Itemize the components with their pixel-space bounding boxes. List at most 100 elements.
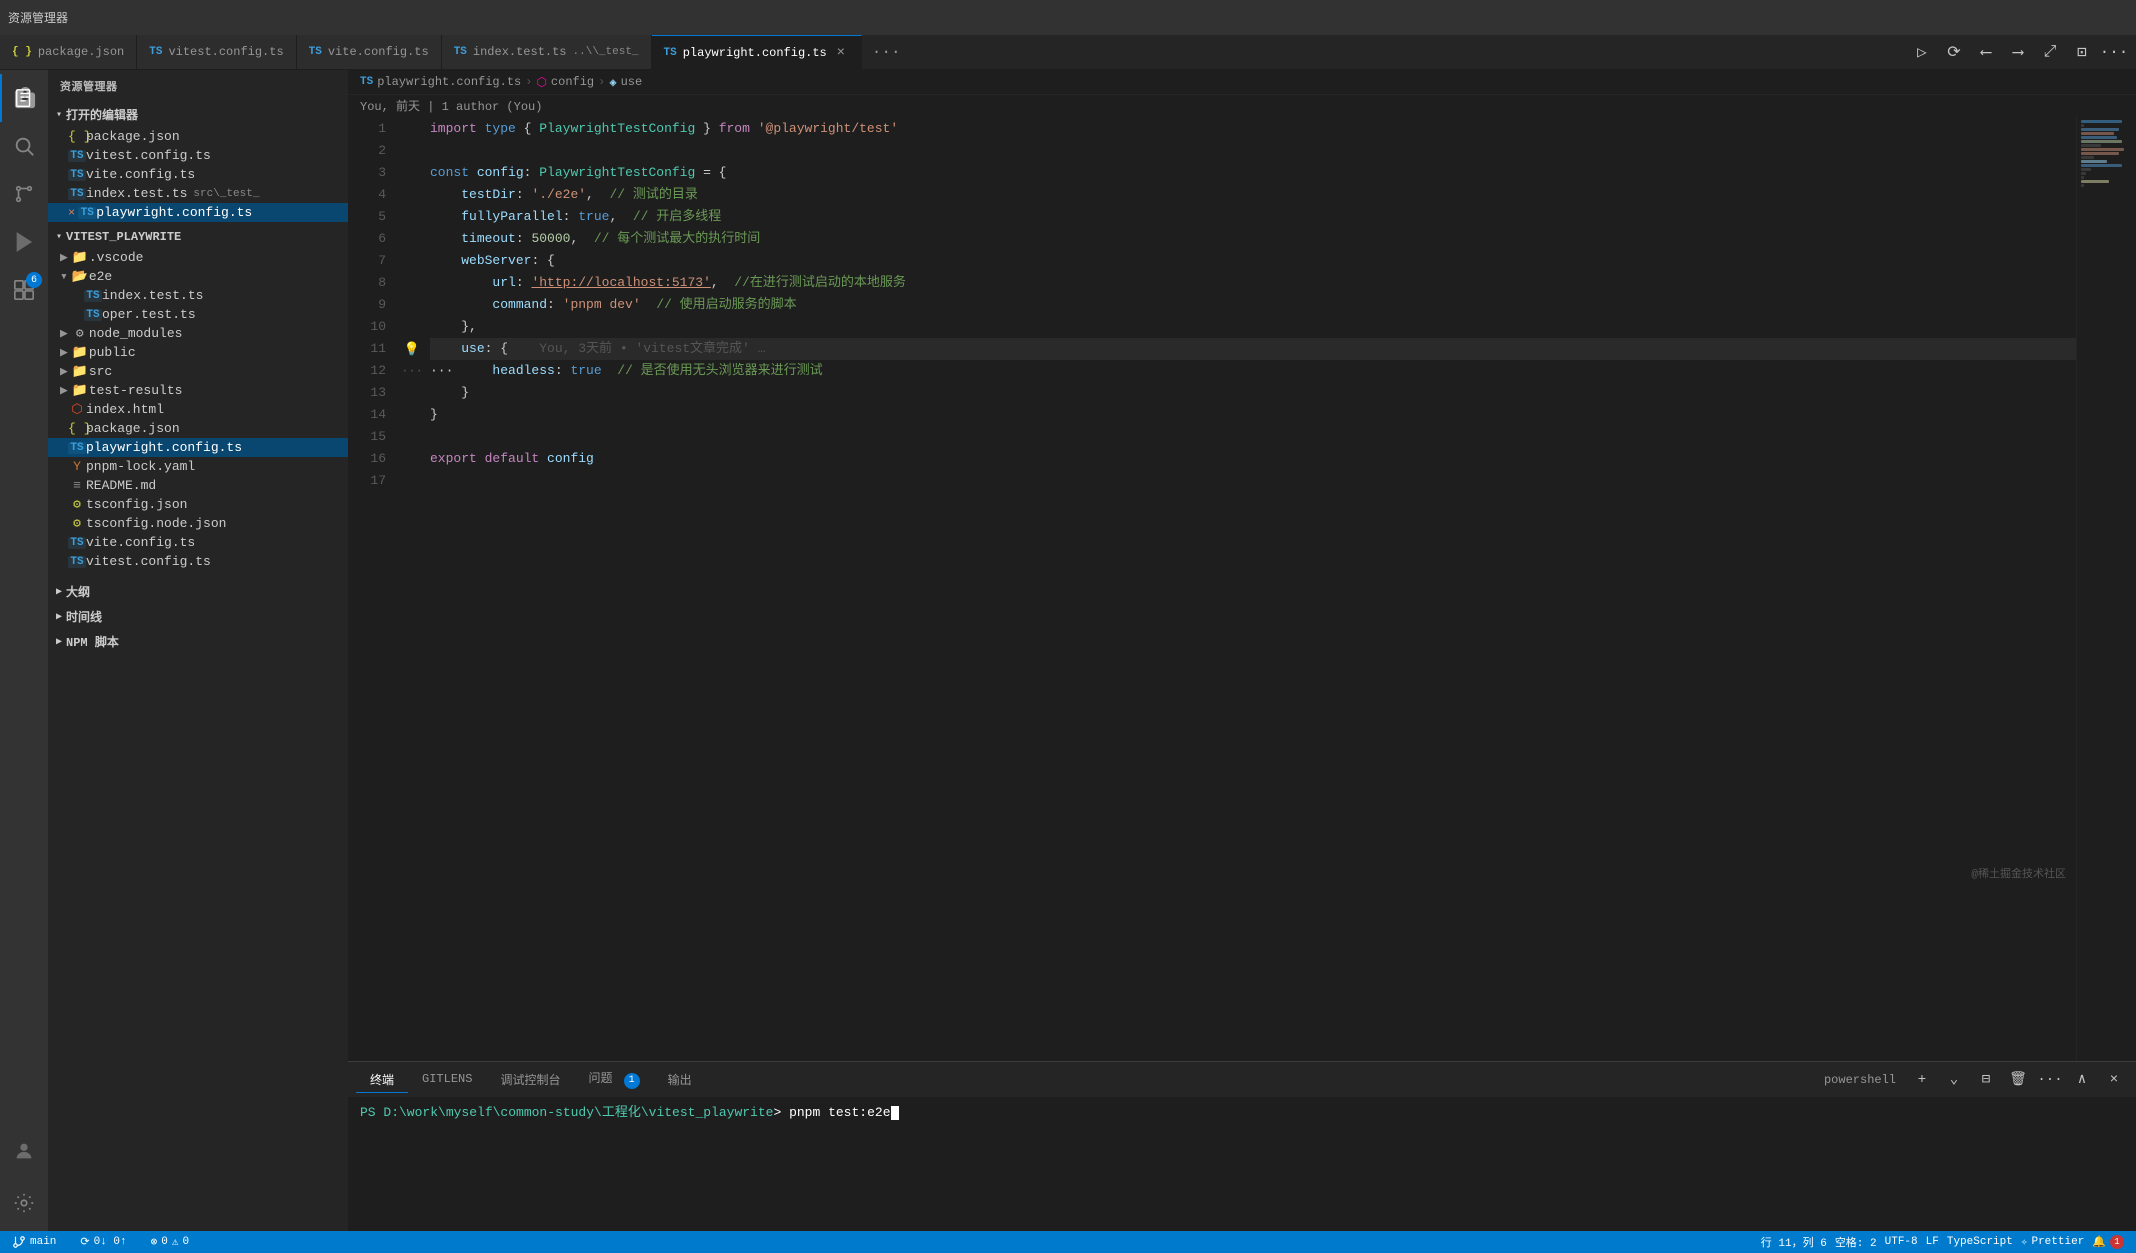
settings-activity-icon[interactable] (0, 1179, 48, 1227)
status-encoding[interactable]: UTF-8 (1881, 1236, 1922, 1248)
run-activity-icon[interactable] (0, 218, 48, 266)
status-sync[interactable]: ⟳ 0↓ 0↑ (76, 1231, 130, 1253)
tab-label-playwright: playwright.config.ts (683, 46, 827, 60)
file-tsconfig[interactable]: ⚙ tsconfig.json (48, 495, 348, 514)
search-activity-icon[interactable] (0, 122, 48, 170)
file-readme[interactable]: ≡ README.md (48, 476, 348, 495)
ts-icon-e2e-oper: TS (84, 309, 102, 321)
terminal-scroll-up[interactable]: ∧ (2068, 1066, 2096, 1094)
folder-e2e[interactable]: ▾ 📂 e2e (48, 267, 348, 286)
code-line-9: command: 'pnpm dev' // 使用启动服务的脚本 (430, 294, 2076, 316)
folder-src-icon: 📁 (71, 364, 89, 379)
status-branch-name: main (30, 1236, 56, 1248)
open-file-index-test[interactable]: TS index.test.ts src\_test_ (48, 184, 348, 203)
terminal-tab-debug[interactable]: 调试控制台 (486, 1067, 574, 1093)
open-file-vite[interactable]: TS vite.config.ts (48, 165, 348, 184)
cursor-pos-text: 行 11，列 6 (1761, 1234, 1827, 1250)
section-open-editors[interactable]: ▾ 打开的编辑器 (48, 102, 348, 127)
tab-overflow[interactable]: ··· (862, 35, 911, 69)
code-content[interactable]: import type { PlaywrightTestConfig } fro… (426, 116, 2076, 1061)
section-project[interactable]: ▾ VITEST_PLAYWRITE (48, 226, 348, 248)
terminal-close-button[interactable]: × (2100, 1066, 2128, 1094)
open-file-playwright[interactable]: × TS playwright.config.ts (48, 203, 348, 222)
status-errors[interactable]: ⊗ 0 ⚠ 0 (147, 1231, 193, 1253)
file-index-html[interactable]: ⬡ index.html (48, 400, 348, 419)
breadcrumb-config[interactable]: config (551, 75, 594, 89)
debug-button[interactable]: ⟳ (1940, 38, 1968, 66)
tab-vitest-config[interactable]: TS vitest.config.ts (137, 35, 296, 69)
chevron-outline: ▶ (56, 586, 62, 598)
section-timeline[interactable]: ▶ 时间线 (48, 604, 348, 629)
status-branch[interactable]: main (8, 1231, 60, 1253)
preview-button[interactable]: ⤢ (2036, 38, 2064, 66)
breadcrumb-sep1: › (525, 75, 532, 89)
terminal-content[interactable]: PS D:\work\myself\common-study\工程化\vites… (348, 1097, 2136, 1231)
folder-test-results[interactable]: ▶ 📁 test-results (48, 381, 348, 400)
terminal-tab-output[interactable]: 输出 (654, 1067, 706, 1093)
open-file-vitest[interactable]: TS vitest.config.ts (48, 146, 348, 165)
file-pnpm-lock[interactable]: Y pnpm-lock.yaml (48, 457, 348, 476)
terminal-more-button[interactable]: ··· (2036, 1066, 2064, 1094)
status-cursor-pos[interactable]: 行 11，列 6 (1757, 1234, 1831, 1250)
section-npm[interactable]: ▶ NPM 脚本 (48, 629, 348, 654)
breadcrumb-use[interactable]: use (621, 75, 643, 89)
folder-node-modules[interactable]: ▶ ⚙ node_modules (48, 324, 348, 343)
file-tsconfig-node[interactable]: ⚙ tsconfig.node.json (48, 514, 348, 533)
status-eol[interactable]: LF (1922, 1236, 1943, 1248)
section-outline[interactable]: ▶ 大纲 (48, 579, 348, 604)
split-right-button[interactable]: ⟶ (2004, 38, 2032, 66)
code-editor[interactable]: 12345 678910 1112131415 1617 💡 ··· impor… (348, 116, 2136, 1061)
json-icon-tsconfig-node: ⚙ (68, 516, 86, 531)
folder-public[interactable]: ▶ 📁 public (48, 343, 348, 362)
extensions-activity-icon[interactable]: 6 (0, 266, 48, 314)
split-left-button[interactable]: ⟵ (1972, 38, 2000, 66)
warning-icon: ⚠ (172, 1235, 179, 1249)
file-vite-config-root[interactable]: TS vite.config.ts (48, 533, 348, 552)
breadcrumb-file[interactable]: playwright.config.ts (377, 75, 521, 89)
account-activity-icon[interactable] (0, 1127, 48, 1175)
tab-package-json[interactable]: { } package.json (0, 35, 137, 69)
section-npm-label: NPM 脚本 (66, 633, 119, 650)
split-editor-button[interactable]: ⊡ (2068, 38, 2096, 66)
file-e2e-index-test[interactable]: TS index.test.ts (48, 286, 348, 305)
fold-dots[interactable]: ··· (401, 364, 423, 378)
terminal-tab-gitlens[interactable]: GITLENS (408, 1068, 486, 1091)
tab-label-vitest: vitest.config.ts (168, 45, 283, 59)
tab-playwright-config[interactable]: TS playwright.config.ts × (652, 35, 862, 69)
status-formatter[interactable]: ✧ Prettier (2017, 1235, 2088, 1249)
explorer-icon[interactable] (0, 74, 48, 122)
open-file-package-json[interactable]: { } package.json (48, 127, 348, 146)
tab-vite-config[interactable]: TS vite.config.ts (297, 35, 442, 69)
blame-bar: You, 前天 | 1 author (You) (348, 95, 2136, 116)
tab-index-test[interactable]: TS index.test.ts ..\\_test_ (442, 35, 652, 69)
terminal-trash-button[interactable]: 🗑 (2004, 1066, 2032, 1094)
run-button[interactable]: ▷ (1908, 38, 1936, 66)
folder-vscode-icon: 📁 (71, 250, 89, 265)
lightbulb-icon[interactable]: 💡 (404, 342, 420, 357)
folder-vscode[interactable]: ▶ 📁 .vscode (48, 248, 348, 267)
git-activity-icon[interactable] (0, 170, 48, 218)
terminal-add-button[interactable]: + (1908, 1066, 1936, 1094)
terminal-tab-problems[interactable]: 问题 1 (574, 1065, 653, 1094)
folder-src[interactable]: ▶ 📁 src (48, 362, 348, 381)
file-package-json[interactable]: { } package.json (48, 419, 348, 438)
status-spaces[interactable]: 空格: 2 (1831, 1234, 1881, 1250)
file-playwright-config[interactable]: TS playwright.config.ts (48, 438, 348, 457)
file-e2e-oper-test[interactable]: TS oper.test.ts (48, 305, 348, 324)
status-bar: main ⟳ 0↓ 0↑ ⊗ 0 ⚠ 0 行 11，列 6 空格: 2 UTF-… (0, 1231, 2136, 1253)
file-vite-config-root-name: vite.config.ts (86, 535, 195, 550)
status-language[interactable]: TypeScript (1943, 1236, 2017, 1248)
file-vitest-config-root[interactable]: TS vitest.config.ts (48, 552, 348, 571)
file-e2e-index-name: index.test.ts (102, 288, 203, 303)
ts-icon-vite-root: TS (68, 537, 86, 549)
terminal-tab-terminal[interactable]: 终端 (356, 1067, 408, 1093)
terminal-layout-button[interactable]: ⊟ (1972, 1066, 2000, 1094)
ts-icon-vitest: TS (68, 150, 86, 162)
line-numbers: 12345 678910 1112131415 1617 (348, 116, 398, 1061)
terminal-split-select[interactable]: ⌄ (1940, 1066, 1968, 1094)
tab-close-playwright[interactable]: × (833, 45, 849, 61)
open-file-extra-index-test: src\_test_ (193, 188, 259, 200)
more-actions-button[interactable]: ··· (2100, 38, 2128, 66)
terminal-prompt: PS D:\work\myself\common-study\工程化\vites… (360, 1105, 773, 1120)
status-notification[interactable]: 🔔 1 (2088, 1235, 2128, 1249)
